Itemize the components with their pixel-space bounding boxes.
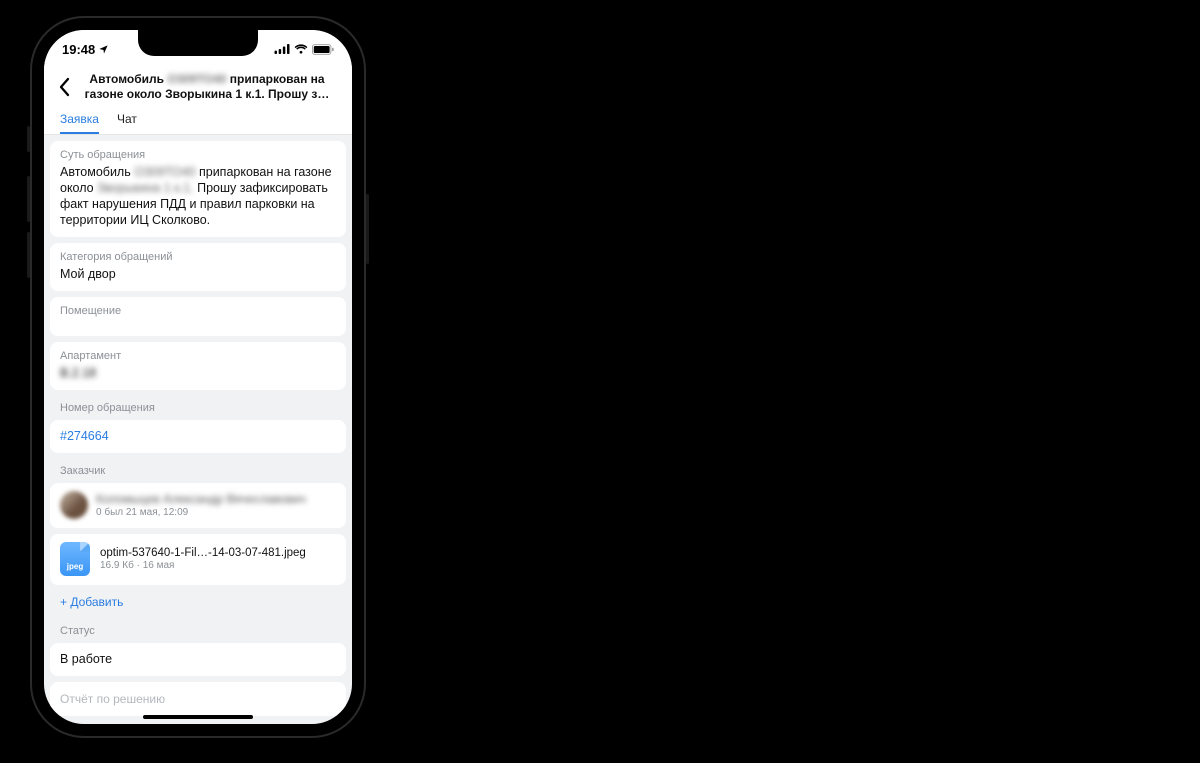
chevron-left-icon (58, 77, 72, 97)
category-value: Мой двор (60, 266, 336, 282)
nav-header: Автомобиль О309ТО40 припаркован на газон… (44, 66, 352, 135)
power-button (366, 194, 369, 264)
title-part: припаркован на (226, 72, 324, 86)
battery-icon (312, 44, 334, 55)
apartment-label: Апартамент (60, 350, 336, 362)
status-label: Статус (50, 619, 346, 643)
subject-label: Суть обращения (60, 149, 336, 161)
subject-text: Автомобиль (60, 165, 134, 179)
file-size: 16.9 Кб (100, 560, 134, 571)
tabs: Заявка Чат (54, 108, 342, 134)
file-date: 16 мая (143, 560, 175, 571)
file-sep: · (134, 560, 143, 571)
wifi-icon (294, 44, 308, 54)
card-customer[interactable]: Коломыцев Александр Вячеславович 0 был 2… (50, 483, 346, 528)
notch (138, 30, 258, 56)
room-label: Помещение (60, 305, 336, 317)
card-number[interactable]: #274664 (50, 420, 346, 453)
card-apartment: Апартамент В.2.18 (50, 342, 346, 390)
page-title: Автомобиль О309ТО40 припаркован на газон… (78, 70, 342, 108)
number-label: Номер обращения (50, 396, 346, 420)
title-part: Автомобиль (89, 72, 167, 86)
subject-redacted: Зворыкина 1 к.1. (97, 181, 194, 195)
tab-request[interactable]: Заявка (60, 112, 99, 134)
subject-redacted: О309ТО40 (134, 165, 195, 179)
phone-frame: 19:48 (30, 16, 366, 738)
tab-chat[interactable]: Чат (117, 112, 137, 134)
status-value: В работе (60, 651, 336, 667)
mute-switch (27, 126, 30, 152)
subject-value: Автомобиль О309ТО40 припаркован на газон… (60, 164, 336, 228)
home-indicator[interactable] (143, 715, 253, 719)
file-name: optim-537640-1-Fil…-14-03-07-481.jpeg (100, 547, 336, 559)
card-category: Категория обращений Мой двор (50, 243, 346, 291)
file-type-label: jpeg (67, 562, 83, 571)
card-subject: Суть обращения Автомобиль О309ТО40 припа… (50, 141, 346, 237)
request-number[interactable]: #274664 (60, 428, 336, 444)
customer-name: Коломыцев Александр Вячеславович (96, 492, 336, 506)
resolution-placeholder: Отчёт по решению (60, 692, 165, 706)
location-icon (98, 44, 109, 55)
volume-down (27, 232, 30, 278)
volume-up (27, 176, 30, 222)
status-time: 19:48 (62, 42, 95, 57)
customer-label: Заказчик (50, 459, 346, 483)
avatar (60, 491, 88, 519)
add-button[interactable]: + Добавить (50, 591, 346, 619)
file-meta: 16.9 Кб · 16 мая (100, 560, 336, 571)
screen: 19:48 (44, 30, 352, 724)
apartment-value: В.2.18 (60, 365, 336, 381)
cellular-icon (274, 44, 290, 54)
customer-last-seen: 0 был 21 мая, 12:09 (96, 507, 336, 518)
title-part: газоне около Зворыкина 1 к.1. Прошу з… (85, 87, 330, 101)
card-room: Помещение (50, 297, 346, 336)
title-redacted: О309ТО40 (167, 72, 226, 86)
file-type-icon: jpeg (60, 542, 90, 576)
resolution-input[interactable]: Отчёт по решению (50, 682, 346, 716)
category-label: Категория обращений (60, 251, 336, 263)
card-status[interactable]: В работе (50, 643, 346, 676)
back-button[interactable] (54, 70, 76, 104)
card-file[interactable]: jpeg optim-537640-1-Fil…-14-03-07-481.jp… (50, 534, 346, 585)
content: Суть обращения Автомобиль О309ТО40 припа… (44, 135, 352, 676)
